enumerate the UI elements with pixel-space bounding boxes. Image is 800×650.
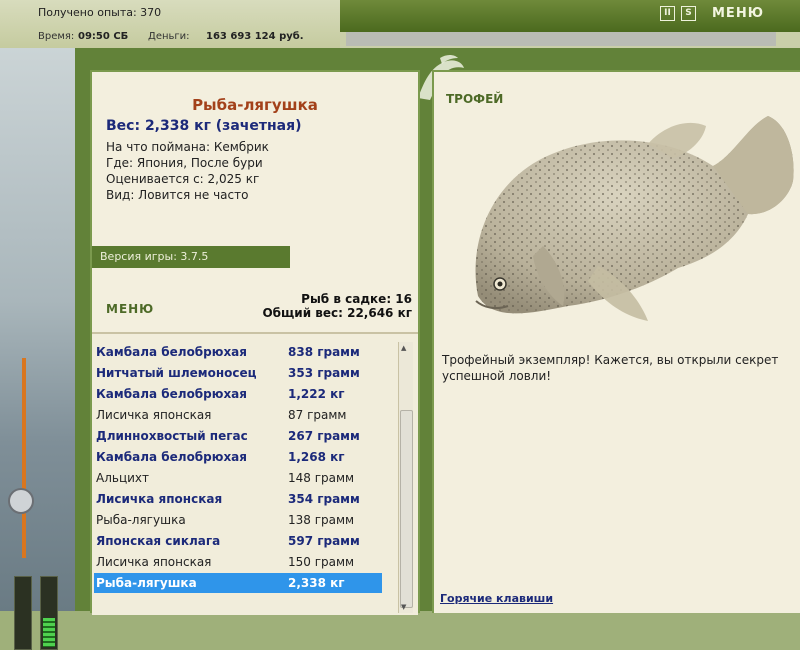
list-item[interactable]: Камбала белобрюхая 1,222 кг bbox=[94, 384, 382, 404]
catch-weight: 148 грамм bbox=[288, 471, 355, 485]
list-item[interactable]: Камбала белобрюхая 1,268 кг bbox=[94, 447, 382, 467]
catch-list: Камбала белобрюхая 838 грамм Нитчатый шле… bbox=[92, 332, 418, 615]
catch-name: Японская сиклага bbox=[96, 534, 221, 548]
fishing-rod bbox=[22, 358, 26, 558]
keepnet-total-weight: Общий вес: 22,646 кг bbox=[262, 306, 412, 320]
trophy-panel: ТРОФЕЙ Трофейный экземпляр! Кажется, вы … bbox=[432, 70, 800, 613]
reel-icon bbox=[8, 488, 34, 514]
fish-rarity: Вид: Ловится не часто bbox=[106, 188, 249, 202]
depth-gauge bbox=[40, 576, 58, 650]
keepnet-count: Рыб в садке: 16 bbox=[301, 292, 412, 306]
catch-weight: 838 грамм bbox=[288, 345, 360, 359]
catch-name: Лисичка японская bbox=[96, 408, 212, 422]
time-label: Время: bbox=[38, 31, 75, 42]
money-value: 163 693 124 руб. bbox=[206, 31, 304, 42]
catch-weight: 138 грамм bbox=[288, 513, 355, 527]
catch-name: Лисичка японская bbox=[96, 492, 223, 506]
menu-button[interactable]: МЕНЮ bbox=[106, 302, 154, 316]
sound-icon[interactable]: S bbox=[681, 6, 696, 21]
catch-weight: 150 грамм bbox=[288, 555, 355, 569]
top-menu-button[interactable]: МЕНЮ bbox=[712, 6, 764, 21]
experience-text: Получено опыта: 370 bbox=[38, 6, 162, 19]
version-label: Версия игры: 3.7.5 bbox=[92, 246, 290, 268]
top-divider bbox=[346, 32, 776, 46]
list-item[interactable]: Японская сиклага 597 грамм bbox=[94, 531, 382, 551]
catch-name: Камбала белобрюхая bbox=[96, 345, 247, 359]
catch-name: Длиннохвостый пегас bbox=[96, 429, 248, 443]
catch-name: Рыба-лягушка bbox=[96, 513, 186, 527]
catch-weight: 2,338 кг bbox=[288, 576, 345, 590]
list-item[interactable]: Камбала белобрюхая 838 грамм bbox=[94, 342, 382, 362]
list-item[interactable]: Лисичка японская 87 грамм bbox=[94, 405, 382, 425]
money-label: Деньги: bbox=[148, 31, 190, 42]
pause-icon[interactable]: II bbox=[660, 6, 675, 21]
fish-name-title: Рыба-лягушка bbox=[192, 96, 318, 114]
fishing-scene bbox=[0, 48, 75, 650]
catch-weight: 597 грамм bbox=[288, 534, 360, 548]
catch-weight: 354 грамм bbox=[288, 492, 360, 506]
catch-weight: 87 грамм bbox=[288, 408, 347, 422]
fish-value: Оценивается с: 2,025 кг bbox=[106, 172, 260, 186]
catch-weight: 1,222 кг bbox=[288, 387, 345, 401]
catch-name: Альцихт bbox=[96, 471, 150, 485]
list-item-selected[interactable]: Рыба-лягушка 2,338 кг bbox=[94, 573, 382, 593]
tension-gauge bbox=[14, 576, 32, 650]
trophy-description: Трофейный экземпляр! Кажется, вы открыли… bbox=[442, 353, 779, 383]
list-scrollbar[interactable]: ▲ ▼ bbox=[398, 342, 413, 613]
catch-name: Камбала белобрюхая bbox=[96, 450, 247, 464]
catch-weight: 267 грамм bbox=[288, 429, 360, 443]
list-item[interactable]: Лисичка японская 150 грамм bbox=[94, 552, 382, 572]
catch-name: Нитчатый шлемоносец bbox=[96, 366, 257, 380]
scroll-down-icon[interactable]: ▼ bbox=[401, 603, 406, 611]
catch-weight: 1,268 кг bbox=[288, 450, 345, 464]
time-value: 09:50 СБ bbox=[78, 31, 129, 42]
fish-weight: Вес: 2,338 кг (зачетная) bbox=[106, 118, 302, 134]
catch-name: Лисичка японская bbox=[96, 555, 212, 569]
scrollbar-thumb[interactable] bbox=[400, 410, 413, 608]
scroll-up-icon[interactable]: ▲ bbox=[401, 344, 406, 352]
catch-name: Камбала белобрюхая bbox=[96, 387, 247, 401]
top-hud: Получено опыта: 370 Время: 09:50 СБ День… bbox=[0, 0, 800, 49]
fish-image bbox=[475, 116, 794, 321]
list-item[interactable]: Нитчатый шлемоносец 353 грамм bbox=[94, 363, 382, 383]
list-item[interactable]: Лисичка японская 354 грамм bbox=[94, 489, 382, 509]
list-item[interactable]: Альцихт 148 грамм bbox=[94, 468, 382, 488]
catch-name: Рыба-лягушка bbox=[96, 576, 197, 590]
list-item[interactable]: Рыба-лягушка 138 грамм bbox=[94, 510, 382, 530]
fish-bait: На что поймана: Кембрик bbox=[106, 140, 269, 154]
catch-weight: 353 грамм bbox=[288, 366, 360, 380]
fish-location: Где: Япония, После бури bbox=[106, 156, 263, 170]
hotkeys-link[interactable]: Горячие клавиши bbox=[440, 592, 553, 605]
list-item[interactable]: Длиннохвостый пегас 267 грамм bbox=[94, 426, 382, 446]
fish-info-panel: Рыба-лягушка Вес: 2,338 кг (зачетная) На… bbox=[90, 70, 420, 615]
